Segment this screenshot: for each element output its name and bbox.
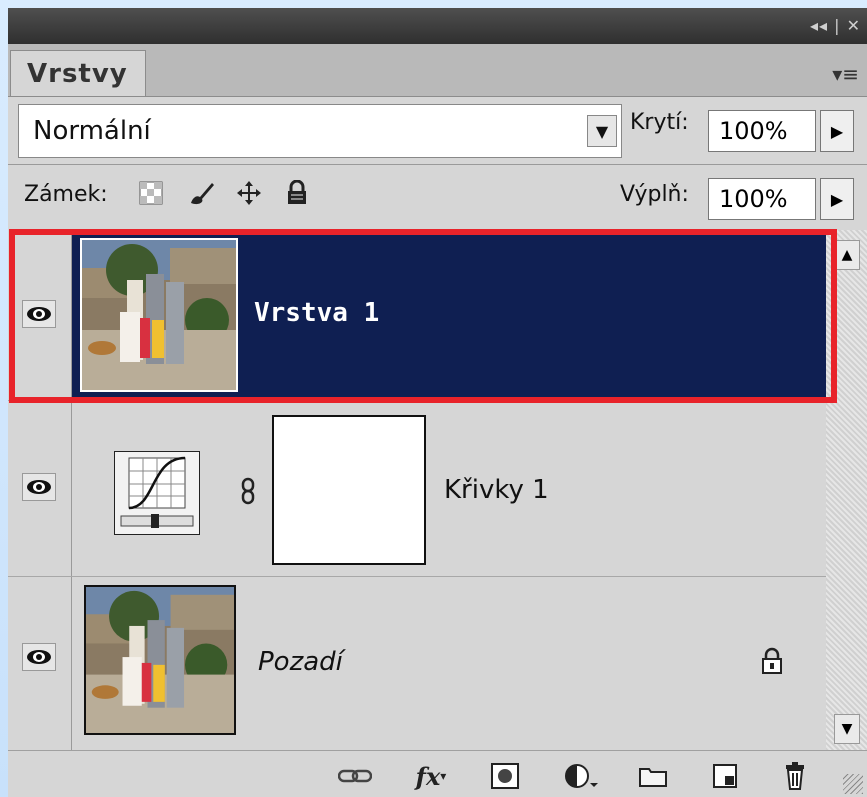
- layer-thumbnail-photo[interactable]: [80, 238, 238, 392]
- new-group-icon[interactable]: [636, 761, 670, 791]
- link-layers-icon[interactable]: [338, 761, 372, 791]
- delete-layer-icon[interactable]: [778, 761, 812, 791]
- scroll-down-arrow-icon[interactable]: ▼: [834, 714, 860, 744]
- layer-name[interactable]: Pozadí: [258, 647, 343, 677]
- eye-icon[interactable]: [22, 473, 56, 501]
- layers-panel: ◂◂ | ✕ Vrstvy ▾≡ Normální ▼ Krytí: 100% …: [8, 8, 867, 797]
- fx-icon[interactable]: fx ▾: [414, 761, 448, 791]
- lock-label: Zámek:: [24, 182, 108, 207]
- blend-opacity-row: Normální ▼ Krytí: 100% ▶: [8, 96, 867, 162]
- blend-mode-value: Normální: [33, 116, 151, 146]
- opacity-label: Krytí:: [630, 110, 689, 135]
- scroll-up-arrow-icon[interactable]: ▲: [834, 240, 860, 270]
- eye-icon[interactable]: [22, 300, 56, 328]
- layers-scrollbar[interactable]: ▲ ▼: [826, 230, 867, 750]
- tab-layers[interactable]: Vrstvy: [10, 50, 146, 96]
- layer-name[interactable]: Křivky 1: [444, 475, 549, 505]
- visibility-column: [8, 230, 72, 400]
- adjustment-layer-icon[interactable]: [564, 761, 598, 791]
- panel-titlebar: ◂◂ | ✕: [8, 8, 867, 44]
- add-mask-icon[interactable]: [488, 761, 522, 791]
- resize-grip-icon[interactable]: [843, 774, 863, 794]
- eye-icon[interactable]: [22, 643, 56, 671]
- opacity-input[interactable]: 100%: [708, 110, 816, 152]
- layer-thumbnail-photo[interactable]: [84, 585, 236, 735]
- panel-tabbar: Vrstvy ▾≡: [8, 44, 867, 97]
- lock-all-icon[interactable]: [282, 178, 312, 208]
- layer-row-pozadi[interactable]: Pozadí: [8, 576, 826, 751]
- chain-link-icon[interactable]: [240, 477, 256, 505]
- visibility-column: [8, 577, 72, 751]
- curves-adjustment-icon[interactable]: [114, 451, 200, 535]
- blend-mode-select[interactable]: Normální ▼: [18, 104, 622, 158]
- layers-list: Vrstva 1 Křivky 1 Pozadí: [8, 230, 867, 751]
- opacity-slider-button[interactable]: ▶: [820, 110, 854, 152]
- panel-footer: fx ▾: [8, 750, 867, 797]
- fill-label: Výplň:: [620, 182, 689, 207]
- lock-transparency-icon[interactable]: [136, 178, 166, 208]
- layer-mask-thumbnail[interactable]: [272, 415, 426, 565]
- chevron-down-icon[interactable]: ▼: [587, 115, 617, 147]
- new-layer-icon[interactable]: [708, 761, 742, 791]
- fill-input[interactable]: 100%: [708, 178, 816, 220]
- lock-pixels-icon[interactable]: [186, 178, 216, 208]
- lock-fill-row: Zámek: Výplň: 100% ▶: [8, 166, 867, 228]
- visibility-column: [8, 401, 72, 577]
- lock-icon: [760, 647, 784, 675]
- divider: [8, 164, 867, 165]
- panel-menu-icon[interactable]: ▾≡: [832, 62, 859, 86]
- fill-slider-button[interactable]: ▶: [820, 178, 854, 220]
- lock-position-icon[interactable]: [234, 178, 264, 208]
- titlebar-controls[interactable]: ◂◂ | ✕: [810, 16, 861, 35]
- layer-row-vrstva-1[interactable]: Vrstva 1: [8, 230, 826, 400]
- layer-name[interactable]: Vrstva 1: [254, 298, 379, 328]
- layer-row-krivky-1[interactable]: Křivky 1: [8, 400, 826, 577]
